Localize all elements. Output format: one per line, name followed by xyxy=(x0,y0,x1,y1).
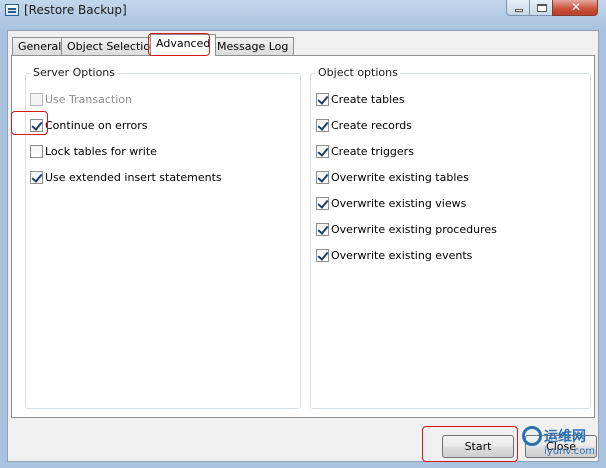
window-title: [Restore Backup] xyxy=(24,3,127,17)
checkbox-checked[interactable] xyxy=(30,119,43,132)
tab-object-selection[interactable]: Object Selection xyxy=(61,37,164,55)
app-window-icon xyxy=(5,4,19,16)
checkbox-checked[interactable] xyxy=(316,197,329,210)
watermark-circle-icon xyxy=(522,426,542,446)
tab-message-log[interactable]: Message Log xyxy=(211,37,295,55)
checkbox-checked[interactable] xyxy=(316,171,329,184)
checkbox-checked[interactable] xyxy=(316,93,329,106)
close-icon: ✕ xyxy=(570,0,582,14)
checkbox-checked[interactable] xyxy=(316,249,329,262)
checkbox-unchecked xyxy=(30,93,43,106)
watermark-text: 运维网 xyxy=(544,429,586,445)
start-button[interactable]: Start xyxy=(442,435,514,458)
maximize-button[interactable] xyxy=(529,0,553,16)
server-option-label: Continue on errors xyxy=(45,119,148,132)
tab-advanced[interactable]: Advanced xyxy=(150,34,217,56)
object-option-label: Create tables xyxy=(331,93,405,106)
advanced-tab-panel: Server Options Object options xyxy=(11,55,595,418)
checkbox-checked[interactable] xyxy=(316,119,329,132)
object-option-label: Overwrite existing views xyxy=(331,197,467,210)
object-option-label: Create triggers xyxy=(331,145,414,158)
restore-backup-window: [Restore Backup] ✕ General Object Select… xyxy=(0,0,606,468)
server-option-label: Use Transaction xyxy=(45,93,132,106)
object-option-label: Overwrite existing events xyxy=(331,249,473,262)
server-option-label: Lock tables for write xyxy=(45,145,157,158)
close-window-button[interactable]: ✕ xyxy=(552,0,598,16)
tab-general[interactable]: General xyxy=(12,37,68,55)
dialog-client-area: General Object Selection Advanced Messag… xyxy=(7,30,599,462)
object-options-title: Object options xyxy=(316,66,400,79)
minimize-button[interactable] xyxy=(506,0,530,16)
checkbox-checked[interactable] xyxy=(316,145,329,158)
watermark-url: iyunv.com xyxy=(544,446,596,457)
checkbox-unchecked[interactable] xyxy=(30,145,43,158)
server-option-label: Use extended insert statements xyxy=(45,171,222,184)
checkbox-checked[interactable] xyxy=(30,171,43,184)
watermark-logo: 运维网 iyunv.com xyxy=(522,424,602,464)
object-option-label: Create records xyxy=(331,119,412,132)
checkbox-checked[interactable] xyxy=(316,223,329,236)
object-option-label: Overwrite existing procedures xyxy=(331,223,497,236)
title-bar[interactable]: [Restore Backup] ✕ xyxy=(0,0,606,22)
object-option-label: Overwrite existing tables xyxy=(331,171,469,184)
server-options-title: Server Options xyxy=(31,66,118,79)
